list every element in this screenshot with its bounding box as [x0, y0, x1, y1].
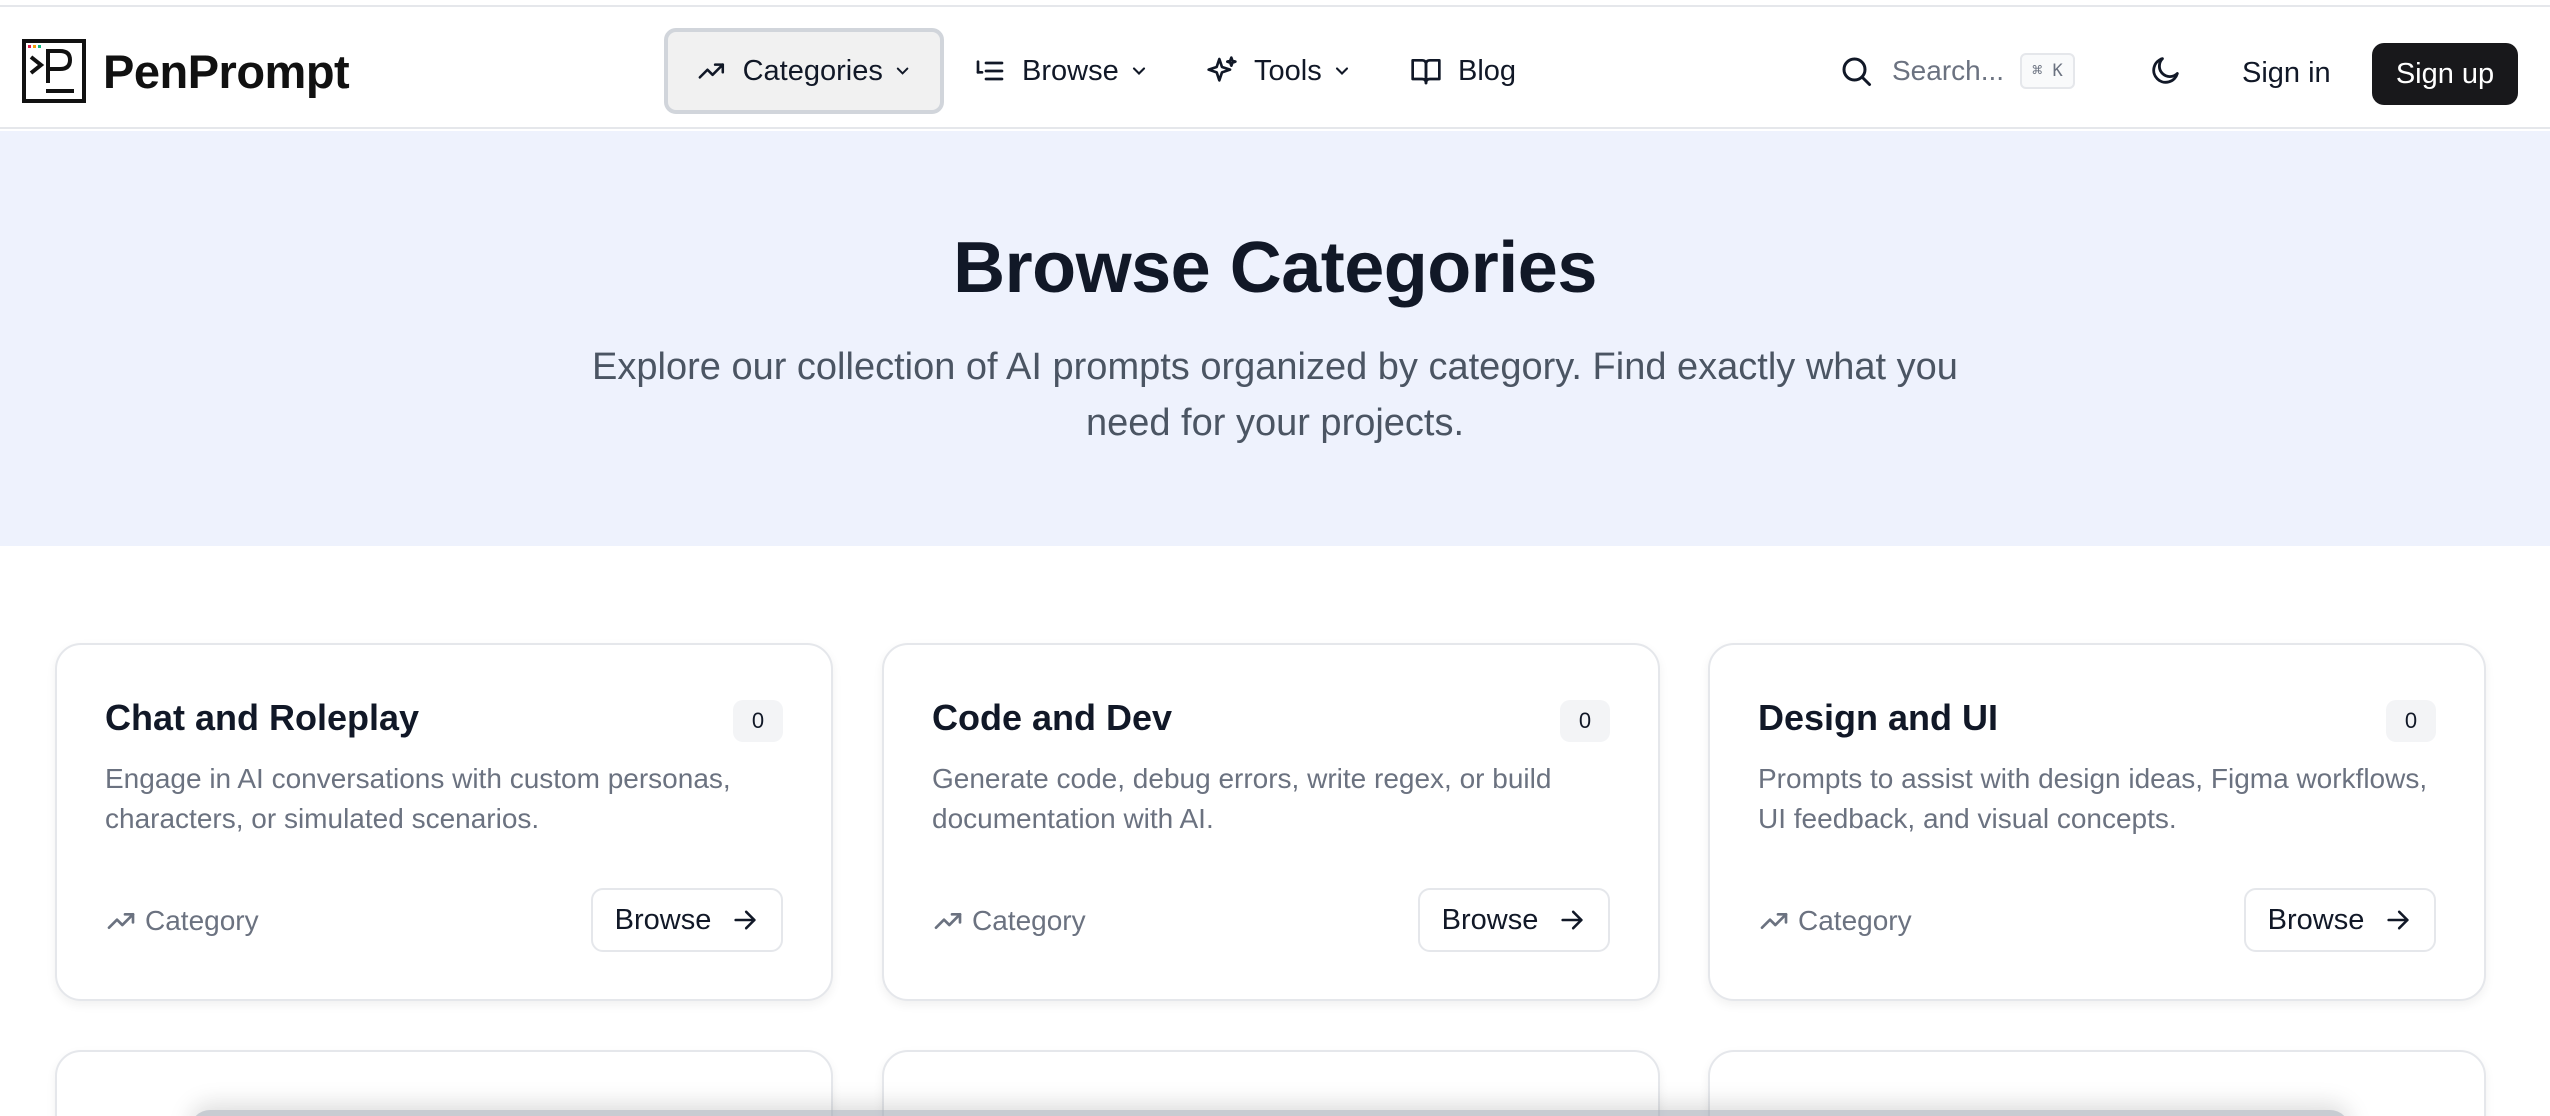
chevron-down-icon — [1335, 67, 1348, 75]
sign-up-button[interactable]: Sign up — [2372, 43, 2518, 105]
list-icon — [976, 60, 1004, 81]
browse-label: Browse — [1441, 903, 1539, 936]
card-title: Chat and Roleplay — [105, 697, 420, 738]
prompt-count-badge: 0 — [2386, 700, 2436, 742]
floating-bottom-bar — [190, 1110, 2350, 1116]
trending-up-icon — [107, 913, 135, 929]
arrow-right-icon — [2387, 910, 2409, 930]
page: PenPrompt Categories Browse Tools Blog S… — [0, 0, 2550, 1116]
sign-in-button[interactable]: Sign in — [2220, 44, 2353, 102]
page-subtitle: Explore our collection of AI prompts org… — [592, 346, 1958, 444]
card-title: Code and Dev — [932, 697, 1173, 738]
card-description: Prompts to assist with design ideas, Fig… — [1758, 763, 2428, 834]
trending-up-icon — [934, 913, 962, 929]
terminal-p-logo-icon — [22, 39, 86, 103]
trending-up-icon — [698, 63, 725, 79]
category-card[interactable] — [55, 1050, 833, 1116]
browse-label: Browse — [614, 903, 712, 936]
category-card[interactable] — [882, 1050, 1660, 1116]
card-description: Engage in AI conversations with custom p… — [105, 763, 731, 834]
browse-button[interactable]: Browse — [2244, 888, 2436, 952]
site-header: PenPrompt Categories Browse Tools Blog S… — [0, 7, 2550, 129]
category-card[interactable]: Design and UI 0 Prompts to assist with d… — [1708, 643, 2486, 1001]
book-open-icon — [1411, 59, 1441, 85]
card-title: Design and UI — [1758, 697, 1999, 738]
browse-button[interactable]: Browse — [1418, 888, 1610, 952]
nav-item-browse[interactable]: Browse — [946, 28, 1177, 114]
trending-up-icon — [1760, 913, 1788, 929]
search-trigger[interactable]: Search... ⌘ K — [1838, 37, 2108, 105]
browse-button[interactable]: Browse — [591, 888, 783, 952]
chevron-down-icon — [896, 67, 909, 75]
top-divider — [0, 0, 2550, 7]
card-meta: Category — [1758, 901, 1912, 941]
card-meta: Category — [105, 901, 259, 941]
search-shortcut-badge: ⌘ K — [2020, 53, 2075, 89]
nav-item-blog[interactable]: Blog — [1382, 28, 1544, 114]
page-title: Browse Categories — [953, 228, 1597, 308]
prompt-count-badge: 0 — [733, 700, 783, 742]
brand-logo-link[interactable]: PenPrompt — [22, 38, 350, 104]
category-card[interactable] — [1708, 1050, 2486, 1116]
nav-item-tools[interactable]: Tools — [1178, 28, 1380, 114]
card-meta-label: Category — [1798, 905, 1912, 936]
sparkles-icon — [1207, 56, 1237, 82]
hero-section: Browse Categories Explore our collection… — [0, 131, 2550, 546]
nav-item-categories[interactable]: Categories — [664, 28, 944, 114]
browse-label: Browse — [2267, 903, 2365, 936]
nav-label-tools: Tools — [1254, 54, 1322, 87]
theme-toggle-button[interactable] — [2140, 44, 2192, 96]
card-meta-label: Category — [145, 905, 259, 936]
nav-label-browse: Browse — [1022, 54, 1119, 87]
moon-icon — [2152, 57, 2179, 84]
card-meta: Category — [932, 901, 1086, 941]
arrow-right-icon — [1561, 910, 1583, 930]
prompt-count-badge: 0 — [1560, 700, 1610, 742]
category-card[interactable]: Chat and Roleplay 0 Engage in AI convers… — [55, 643, 833, 1001]
card-meta-label: Category — [972, 905, 1086, 936]
chevron-down-icon — [1132, 67, 1145, 75]
arrow-right-icon — [734, 910, 756, 930]
nav-label-categories: Categories — [742, 54, 883, 87]
search-icon — [1842, 57, 1871, 86]
category-card[interactable]: Code and Dev 0 Generate code, debug erro… — [882, 643, 1660, 1001]
nav-label-blog: Blog — [1458, 54, 1517, 87]
card-description: Generate code, debug errors, write regex… — [932, 763, 1552, 834]
search-placeholder: Search... — [1892, 55, 2005, 86]
brand-name: PenPrompt — [103, 44, 350, 98]
